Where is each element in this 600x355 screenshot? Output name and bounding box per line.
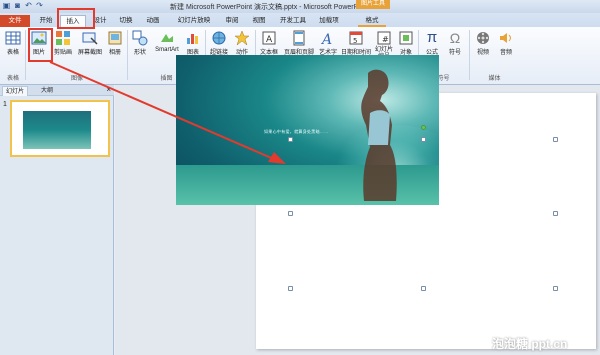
- slides-panel: 幻灯片 大纲 × 1: [0, 85, 114, 355]
- panel-tabs: 幻灯片 大纲 ×: [0, 85, 114, 96]
- symbol-button[interactable]: Ω 符号: [446, 30, 464, 56]
- group-label-images: 图像: [70, 76, 83, 82]
- window-title: 新建 Microsoft PowerPoint 演示文稿.pptx - Micr…: [170, 4, 370, 11]
- pi-icon: π: [426, 29, 438, 46]
- tab-view[interactable]: 视图: [248, 15, 270, 27]
- photo-album-icon: [107, 30, 123, 46]
- omega-icon: Ω: [449, 30, 461, 46]
- tab-home[interactable]: 开始: [34, 15, 58, 27]
- resize-handle-w[interactable]: [288, 211, 293, 216]
- smartart-icon: [159, 30, 175, 46]
- resize-handle-nw[interactable]: [288, 137, 293, 142]
- tab-animations[interactable]: 动画: [142, 15, 164, 27]
- watermark: 泡泡糖 ppt.cn: [492, 337, 568, 351]
- group-separator: [127, 30, 128, 80]
- picture-caption: 如果心中有爱，就算身处黑暗……: [264, 129, 329, 134]
- textbox-icon: A: [261, 30, 277, 46]
- header-footer-button[interactable]: 页眉和页脚: [283, 30, 315, 56]
- action-button[interactable]: 动作: [233, 30, 251, 56]
- undo-icon[interactable]: ↶: [24, 1, 33, 10]
- hyperlink-button[interactable]: 超链接: [208, 30, 230, 56]
- action-icon: [234, 30, 250, 46]
- smartart-label: SmartArt: [155, 47, 179, 53]
- audio-button[interactable]: 音频: [497, 30, 515, 56]
- audio-label: 音频: [499, 50, 512, 56]
- symbol-label: 符号: [448, 50, 461, 56]
- calendar-icon: 5: [348, 30, 364, 46]
- quick-access-toolbar: ▣ ◙ ↶ ↷: [2, 1, 44, 10]
- tab-outline[interactable]: 大纲: [38, 86, 56, 96]
- clipart-label: 剪贴画: [53, 50, 72, 56]
- shapes-label: 形状: [133, 50, 146, 56]
- app-icon[interactable]: ▣: [2, 1, 11, 10]
- film-reel-icon: [475, 30, 491, 46]
- resize-handle-ne[interactable]: [553, 137, 558, 142]
- tab-slideshow[interactable]: 幻灯片放映: [172, 15, 216, 27]
- smartart-button[interactable]: SmartArt: [153, 30, 181, 53]
- textbox-button[interactable]: A 文本框: [258, 30, 280, 56]
- slide-thumbnail[interactable]: [10, 100, 110, 157]
- svg-text:5: 5: [353, 37, 357, 45]
- table-icon: [5, 30, 21, 46]
- tab-transitions[interactable]: 切换: [115, 15, 137, 27]
- group-label-table: 表格: [6, 76, 19, 82]
- screenshot-button[interactable]: 屏幕截图: [77, 30, 103, 56]
- resize-handle-e[interactable]: [553, 211, 558, 216]
- clipart-button[interactable]: 剪贴画: [53, 30, 73, 56]
- screenshot-label: 屏幕截图: [77, 50, 102, 56]
- chart-icon: [185, 30, 201, 46]
- video-label: 视频: [476, 50, 489, 56]
- redo-icon[interactable]: ↷: [35, 1, 44, 10]
- slide-number-icon: #: [376, 30, 392, 46]
- save-icon[interactable]: ◙: [13, 1, 22, 10]
- video-button[interactable]: 视频: [474, 30, 492, 56]
- picture-woman-figure: [361, 69, 397, 201]
- close-icon[interactable]: ×: [106, 85, 111, 94]
- datetime-button[interactable]: 5 日期和时间: [341, 30, 371, 56]
- picture-button-highlight: [28, 28, 53, 62]
- shapes-button[interactable]: 形状: [131, 30, 149, 56]
- group-separator: [25, 30, 26, 80]
- svg-text:A: A: [320, 32, 332, 46]
- insert-tab-highlight: [57, 8, 95, 29]
- tab-review[interactable]: 审阅: [221, 15, 243, 27]
- tab-addins[interactable]: 加载项: [316, 15, 342, 27]
- album-label: 相册: [108, 50, 121, 56]
- hyperlink-icon: [211, 30, 227, 46]
- table-label: 表格: [6, 50, 19, 56]
- resize-handle-se[interactable]: [553, 286, 558, 291]
- picture-tools-header: 图片工具: [356, 0, 390, 9]
- tab-developer[interactable]: 开发工具: [276, 15, 310, 27]
- svg-text:#: #: [382, 35, 389, 44]
- speaker-icon: [498, 30, 514, 46]
- header-footer-icon: [291, 30, 307, 46]
- resize-handle-n[interactable]: [421, 137, 426, 142]
- thumbnail-picture: [23, 111, 91, 149]
- album-button[interactable]: 相册: [106, 30, 124, 56]
- clipart-icon: [55, 30, 71, 46]
- slide-number: 1: [3, 101, 7, 108]
- tab-file[interactable]: 文件: [0, 15, 30, 27]
- equation-button[interactable]: π 公式: [423, 29, 441, 57]
- wordart-icon: A: [320, 30, 336, 48]
- table-button[interactable]: 表格: [4, 30, 22, 56]
- object-button[interactable]: 对象: [397, 30, 415, 56]
- chart-button[interactable]: 图表: [184, 30, 202, 56]
- rotate-handle[interactable]: [421, 125, 426, 130]
- object-icon: [398, 30, 414, 46]
- inserted-picture[interactable]: 如果心中有爱，就算身处黑暗……: [176, 55, 439, 205]
- shapes-icon: [132, 30, 148, 46]
- wordart-button[interactable]: A 艺术字: [317, 30, 339, 56]
- group-label-media: 媒体: [488, 76, 501, 82]
- screenshot-icon: [82, 30, 98, 46]
- resize-handle-s[interactable]: [421, 286, 426, 291]
- resize-handle-sw[interactable]: [288, 286, 293, 291]
- group-separator: [469, 30, 470, 80]
- tab-slides[interactable]: 幻灯片: [2, 86, 29, 96]
- tab-format[interactable]: 格式: [358, 15, 386, 27]
- svg-text:A: A: [266, 35, 273, 45]
